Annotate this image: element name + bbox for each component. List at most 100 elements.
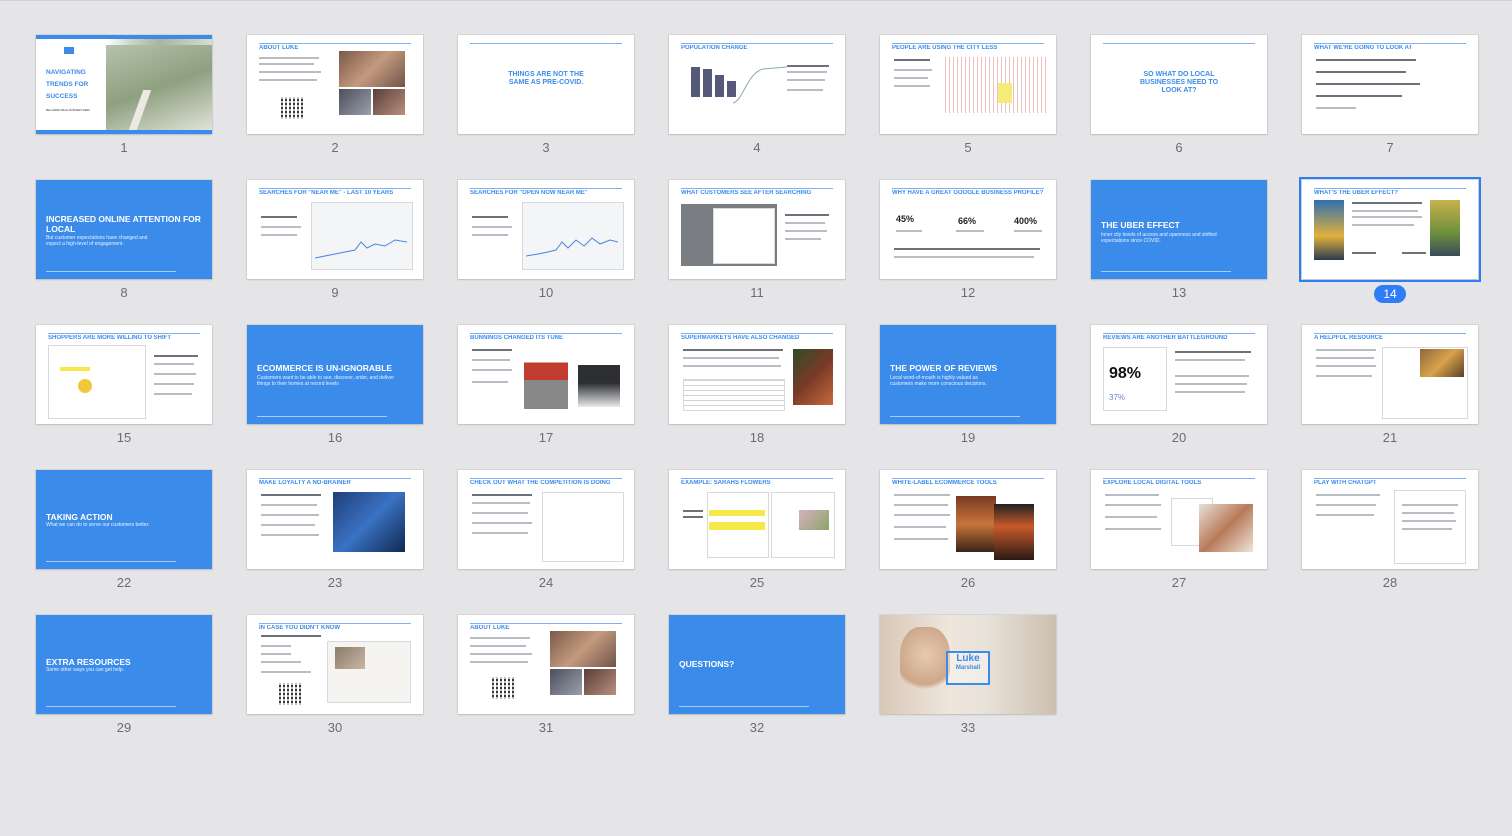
slide-24[interactable]: CHECK OUT WHAT THE COMPETITION IS DOING … <box>458 470 634 590</box>
slide-thumbnail[interactable]: REVIEWS ARE ANOTHER BATTLEGROUND 98% 37% <box>1091 325 1267 424</box>
slide-subtitle: Customers want to be able to see, discov… <box>257 375 395 387</box>
slide-thumbnail-selected[interactable]: WHAT'S THE UBER EFFECT? <box>1299 177 1481 282</box>
name-logo: Luke Marshall <box>946 651 990 685</box>
slide-number: 25 <box>749 575 765 590</box>
slide-thumbnail[interactable]: CHECK OUT WHAT THE COMPETITION IS DOING <box>458 470 634 569</box>
slide-title: EXAMPLE: SARAHS FLOWERS <box>681 480 771 486</box>
slide-title: WHY HAVE A GREAT GOOGLE BUSINESS PROFILE… <box>892 190 1044 196</box>
slide-31[interactable]: ABOUT LUKE 31 <box>458 615 634 735</box>
slide-thumbnail[interactable]: IN CASE YOU DIDN'T KNOW <box>247 615 423 714</box>
slide-26[interactable]: WHITE-LABEL ECOMMERCE TOOLS 26 <box>880 470 1056 590</box>
slide-number: 22 <box>116 575 132 590</box>
slide-10[interactable]: SEARCHES FOR "OPEN NOW NEAR ME" 10 <box>458 180 634 300</box>
slide-thumbnail[interactable]: WHAT WE'RE GOING TO LOOK AT <box>1302 35 1478 134</box>
slide-11[interactable]: WHAT CUSTOMERS SEE AFTER SEARCHING 11 <box>669 180 845 300</box>
slide-number: 10 <box>538 285 554 300</box>
slide-13[interactable]: THE UBER EFFECT Inner city levels of acc… <box>1091 180 1267 300</box>
slide-number: 30 <box>327 720 343 735</box>
slide-thumbnail[interactable]: SUPERMARKETS HAVE ALSO CHANGED <box>669 325 845 424</box>
logo-icon <box>64 47 74 54</box>
illustration <box>1430 200 1460 256</box>
slide-title: EXTRA RESOURCES <box>46 657 131 667</box>
slide-thumbnail[interactable]: POPULATION CHANGE <box>669 35 845 134</box>
slide-thumbnail[interactable]: WHITE-LABEL ECOMMERCE TOOLS <box>880 470 1056 569</box>
slide-title: ECOMMERCE IS UN-IGNORABLE <box>257 363 393 373</box>
slide-thumbnail[interactable]: SHOPPERS ARE MORE WILLING TO SHIFT <box>36 325 212 424</box>
slide-27[interactable]: EXPLORE LOCAL DIGITAL TOOLS 27 <box>1091 470 1267 590</box>
slide-17[interactable]: BUNNINGS CHANGED ITS TUNE 17 <box>458 325 634 445</box>
logo-name: Luke <box>956 653 980 664</box>
slide-number: 5 <box>964 140 972 155</box>
slide-thumbnail[interactable]: PEOPLE ARE USING THE CITY LESS <box>880 35 1056 134</box>
slide-9[interactable]: SEARCHES FOR "NEAR ME" - LAST 10 YEARS 9 <box>247 180 423 300</box>
slide-7[interactable]: WHAT WE'RE GOING TO LOOK AT 7 <box>1302 35 1478 155</box>
slide-thumbnail[interactable]: EXAMPLE: SARAHS FLOWERS <box>669 470 845 569</box>
slide-28[interactable]: PLAY WITH CHATGPT 28 <box>1302 470 1478 590</box>
slide-number: 33 <box>960 720 976 735</box>
slide-title: PLAY WITH CHATGPT <box>1314 480 1377 486</box>
qr-code-icon <box>492 677 514 699</box>
slide-thumbnail[interactable]: INCREASED ONLINE ATTENTION FOR LOCAL But… <box>36 180 212 279</box>
slide-number: 8 <box>120 285 128 300</box>
slide-thumbnail[interactable]: SO WHAT DO LOCAL BUSINESSES NEED TO LOOK… <box>1091 35 1267 134</box>
slide-thumbnail[interactable]: PLAY WITH CHATGPT <box>1302 470 1478 569</box>
slide-15[interactable]: SHOPPERS ARE MORE WILLING TO SHIFT 15 <box>36 325 212 445</box>
slide-title: QUESTIONS? <box>679 659 735 669</box>
slide-4[interactable]: POPULATION CHANGE 4 <box>669 35 845 155</box>
slide-thumbnail[interactable]: ABOUT LUKE <box>458 615 634 714</box>
slide-thumbnail[interactable]: A HELPFUL RESOURCE <box>1302 325 1478 424</box>
coin-icon <box>78 379 92 393</box>
slide-12[interactable]: WHY HAVE A GREAT GOOGLE BUSINESS PROFILE… <box>880 180 1056 300</box>
slide-thumbnail[interactable]: SEARCHES FOR "NEAR ME" - LAST 10 YEARS <box>247 180 423 279</box>
slide-20[interactable]: REVIEWS ARE ANOTHER BATTLEGROUND 98% 37%… <box>1091 325 1267 445</box>
slide-thumbnail[interactable]: EXTRA RESOURCES Some other ways you can … <box>36 615 212 714</box>
slide-32[interactable]: QUESTIONS? 32 <box>669 615 845 735</box>
slide-thumbnail[interactable]: WHAT CUSTOMERS SEE AFTER SEARCHING <box>669 180 845 279</box>
slide-thumbnail[interactable]: QUESTIONS? <box>669 615 845 714</box>
slide-21[interactable]: A HELPFUL RESOURCE 21 <box>1302 325 1478 445</box>
slide-thumbnail[interactable]: Luke Marshall <box>880 615 1056 714</box>
slide-5[interactable]: PEOPLE ARE USING THE CITY LESS 5 <box>880 35 1056 155</box>
slide-25[interactable]: EXAMPLE: SARAHS FLOWERS 25 <box>669 470 845 590</box>
stat-value: 66% <box>958 216 977 226</box>
qr-code-icon <box>279 683 301 705</box>
slide-thumbnail[interactable]: WHY HAVE A GREAT GOOGLE BUSINESS PROFILE… <box>880 180 1056 279</box>
stat-value: 37% <box>1109 393 1126 402</box>
slide-16[interactable]: ECOMMERCE IS UN-IGNORABLE Customers want… <box>247 325 423 445</box>
slide-1[interactable]: NAVIGATING TRENDS FOR SUCCESS BELLARINE … <box>36 35 212 155</box>
slide-title: WHITE-LABEL ECOMMERCE TOOLS <box>892 480 997 486</box>
slide-title: POPULATION CHANGE <box>681 45 748 51</box>
slide-33[interactable]: Luke Marshall 33 <box>880 615 1056 735</box>
slide-subtitle: But customer expectations have changed a… <box>46 235 148 247</box>
slide-22[interactable]: TAKING ACTION What we can do to serve ou… <box>36 470 212 590</box>
slide-thumbnail[interactable]: BUNNINGS CHANGED ITS TUNE <box>458 325 634 424</box>
slide-30[interactable]: IN CASE YOU DIDN'T KNOW 30 <box>247 615 423 735</box>
slide-title: INCREASED ONLINE ATTENTION FOR LOCAL <box>46 214 201 234</box>
slide-thumbnail[interactable]: THE POWER OF REVIEWS Local word-of-mouth… <box>880 325 1056 424</box>
slide-number-selected: 14 <box>1302 285 1478 303</box>
slide-thumbnail[interactable]: ECOMMERCE IS UN-IGNORABLE Customers want… <box>247 325 423 424</box>
slide-thumbnail[interactable]: EXPLORE LOCAL DIGITAL TOOLS <box>1091 470 1267 569</box>
slide-19[interactable]: THE POWER OF REVIEWS Local word-of-mouth… <box>880 325 1056 445</box>
slide-title: SHOPPERS ARE MORE WILLING TO SHIFT <box>48 335 172 341</box>
portrait-photo <box>900 627 950 697</box>
slide-title: EXPLORE LOCAL DIGITAL TOOLS <box>1103 480 1202 486</box>
slide-title: PEOPLE ARE USING THE CITY LESS <box>892 45 998 51</box>
slide-23[interactable]: MAKE LOYALTY A NO-BRAINER 23 <box>247 470 423 590</box>
slide-3[interactable]: THINGS ARE NOT THE SAME AS PRE-COVID. 3 <box>458 35 634 155</box>
slide-29[interactable]: EXTRA RESOURCES Some other ways you can … <box>36 615 212 735</box>
slide-2[interactable]: ABOUT LUKE 2 <box>247 35 423 155</box>
slide-18[interactable]: SUPERMARKETS HAVE ALSO CHANGED 18 <box>669 325 845 445</box>
slide-thumbnail[interactable]: SEARCHES FOR "OPEN NOW NEAR ME" <box>458 180 634 279</box>
slide-6[interactable]: SO WHAT DO LOCAL BUSINESSES NEED TO LOOK… <box>1091 35 1267 155</box>
slide-thumbnail[interactable]: MAKE LOYALTY A NO-BRAINER <box>247 470 423 569</box>
slide-thumbnail[interactable]: NAVIGATING TRENDS FOR SUCCESS BELLARINE … <box>36 35 212 134</box>
trend-line <box>526 237 618 257</box>
slide-thumbnail[interactable]: ABOUT LUKE <box>247 35 423 134</box>
slide-thumbnail[interactable]: THINGS ARE NOT THE SAME AS PRE-COVID. <box>458 35 634 134</box>
slide-8[interactable]: INCREASED ONLINE ATTENTION FOR LOCAL But… <box>36 180 212 300</box>
slide-subtitle: What we can do to serve our customers be… <box>46 522 150 528</box>
slide-14[interactable]: WHAT'S THE UBER EFFECT? 14 <box>1299 177 1481 303</box>
slide-thumbnail[interactable]: TAKING ACTION What we can do to serve ou… <box>36 470 212 569</box>
slide-thumbnail[interactable]: THE UBER EFFECT Inner city levels of acc… <box>1091 180 1267 279</box>
